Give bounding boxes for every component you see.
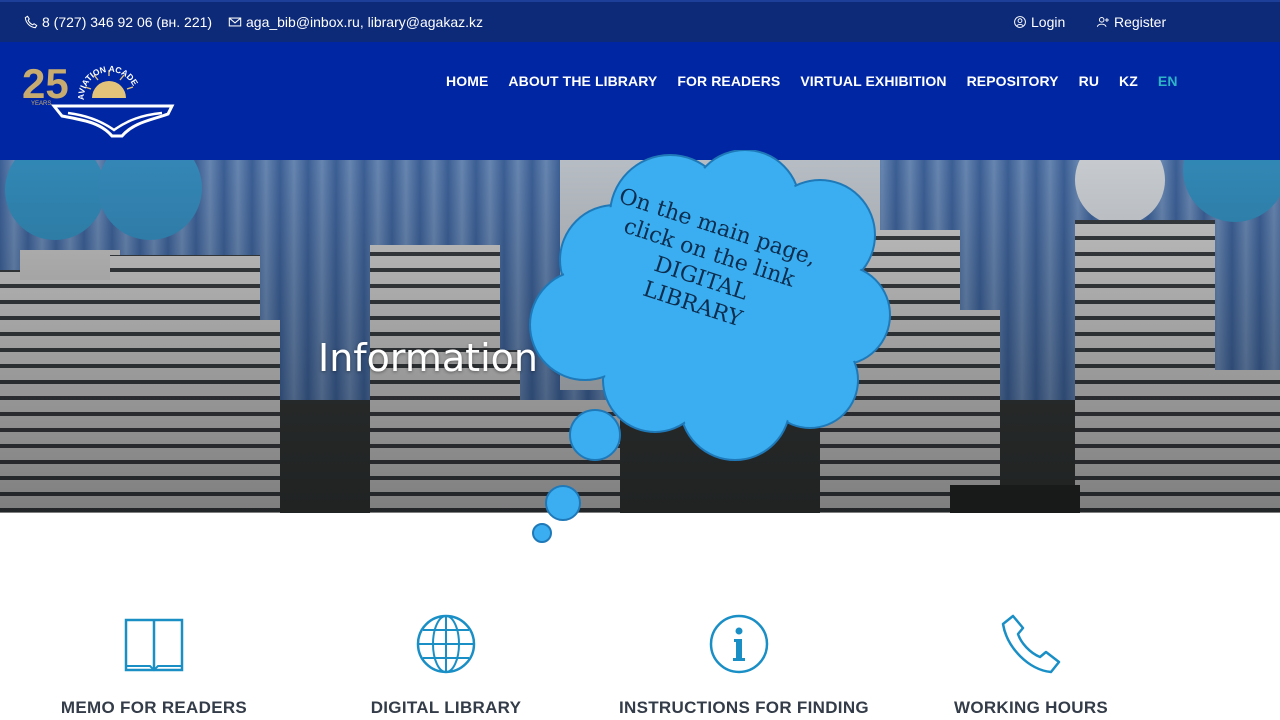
feature-digital-library[interactable]: DIGITAL LIBRARY bbox=[326, 612, 566, 718]
nav-home[interactable]: HOME bbox=[446, 73, 488, 89]
email-contact[interactable]: aga_bib@inbox.ru, library@agakaz.kz bbox=[228, 14, 483, 30]
login-label: Login bbox=[1031, 14, 1066, 30]
phone-small-icon bbox=[24, 15, 38, 29]
user-circle-icon bbox=[1014, 16, 1026, 28]
register-link[interactable]: Register bbox=[1096, 14, 1166, 30]
feature-title: WORKING HOURS bbox=[953, 698, 1109, 717]
nav-repository[interactable]: REPOSITORY bbox=[967, 73, 1059, 89]
logo-years: YEARS bbox=[31, 101, 51, 107]
book-icon bbox=[124, 618, 184, 672]
feature-title: DIGITAL LIBRARY bbox=[370, 698, 522, 717]
top-bar: 8 (727) 346 92 06 (вн. 221) aga_bib@inbo… bbox=[0, 0, 1280, 42]
feature-working-hours[interactable]: WORKING HOURS bbox=[911, 612, 1151, 718]
lang-ru[interactable]: RU bbox=[1079, 73, 1099, 89]
nav-about-library[interactable]: ABOUT THE LIBRARY bbox=[508, 73, 657, 89]
phone-contact[interactable]: 8 (727) 346 92 06 (вн. 221) bbox=[24, 14, 212, 30]
mail-icon bbox=[228, 17, 242, 27]
user-add-icon bbox=[1096, 17, 1109, 28]
lang-kz[interactable]: KZ bbox=[1119, 73, 1138, 89]
phone-text: 8 (727) 346 92 06 (вн. 221) bbox=[42, 14, 213, 30]
login-link[interactable]: Login bbox=[1013, 14, 1065, 30]
main-nav: HOME ABOUT THE LIBRARY FOR READERS VIRTU… bbox=[446, 73, 1198, 89]
lang-en[interactable]: EN bbox=[1158, 73, 1178, 89]
feature-memo-for-readers[interactable]: MEMO FOR READERS bbox=[34, 612, 274, 718]
globe-icon bbox=[416, 614, 476, 674]
phone-icon bbox=[1001, 614, 1061, 674]
main-header: 25 YEARS AVIATION ACADEMY HOME ABOUT THE… bbox=[0, 42, 1280, 160]
info-icon bbox=[709, 614, 769, 674]
logo-number: 25 bbox=[22, 60, 69, 107]
feature-instructions-for-finding[interactable]: INSTRUCTIONS FOR FINDING bbox=[619, 612, 869, 718]
register-label: Register bbox=[1114, 14, 1167, 30]
feature-title: INSTRUCTIONS FOR FINDING bbox=[619, 698, 869, 717]
nav-virtual-exhibition[interactable]: VIRTUAL EXHIBITION bbox=[800, 73, 946, 89]
feature-title: MEMO FOR READERS bbox=[60, 698, 248, 717]
email-text: aga_bib@inbox.ru, library@agakaz.kz bbox=[246, 14, 483, 30]
nav-for-readers[interactable]: FOR READERS bbox=[677, 73, 780, 89]
academy-logo[interactable]: 25 YEARS AVIATION ACADEMY bbox=[22, 58, 177, 144]
